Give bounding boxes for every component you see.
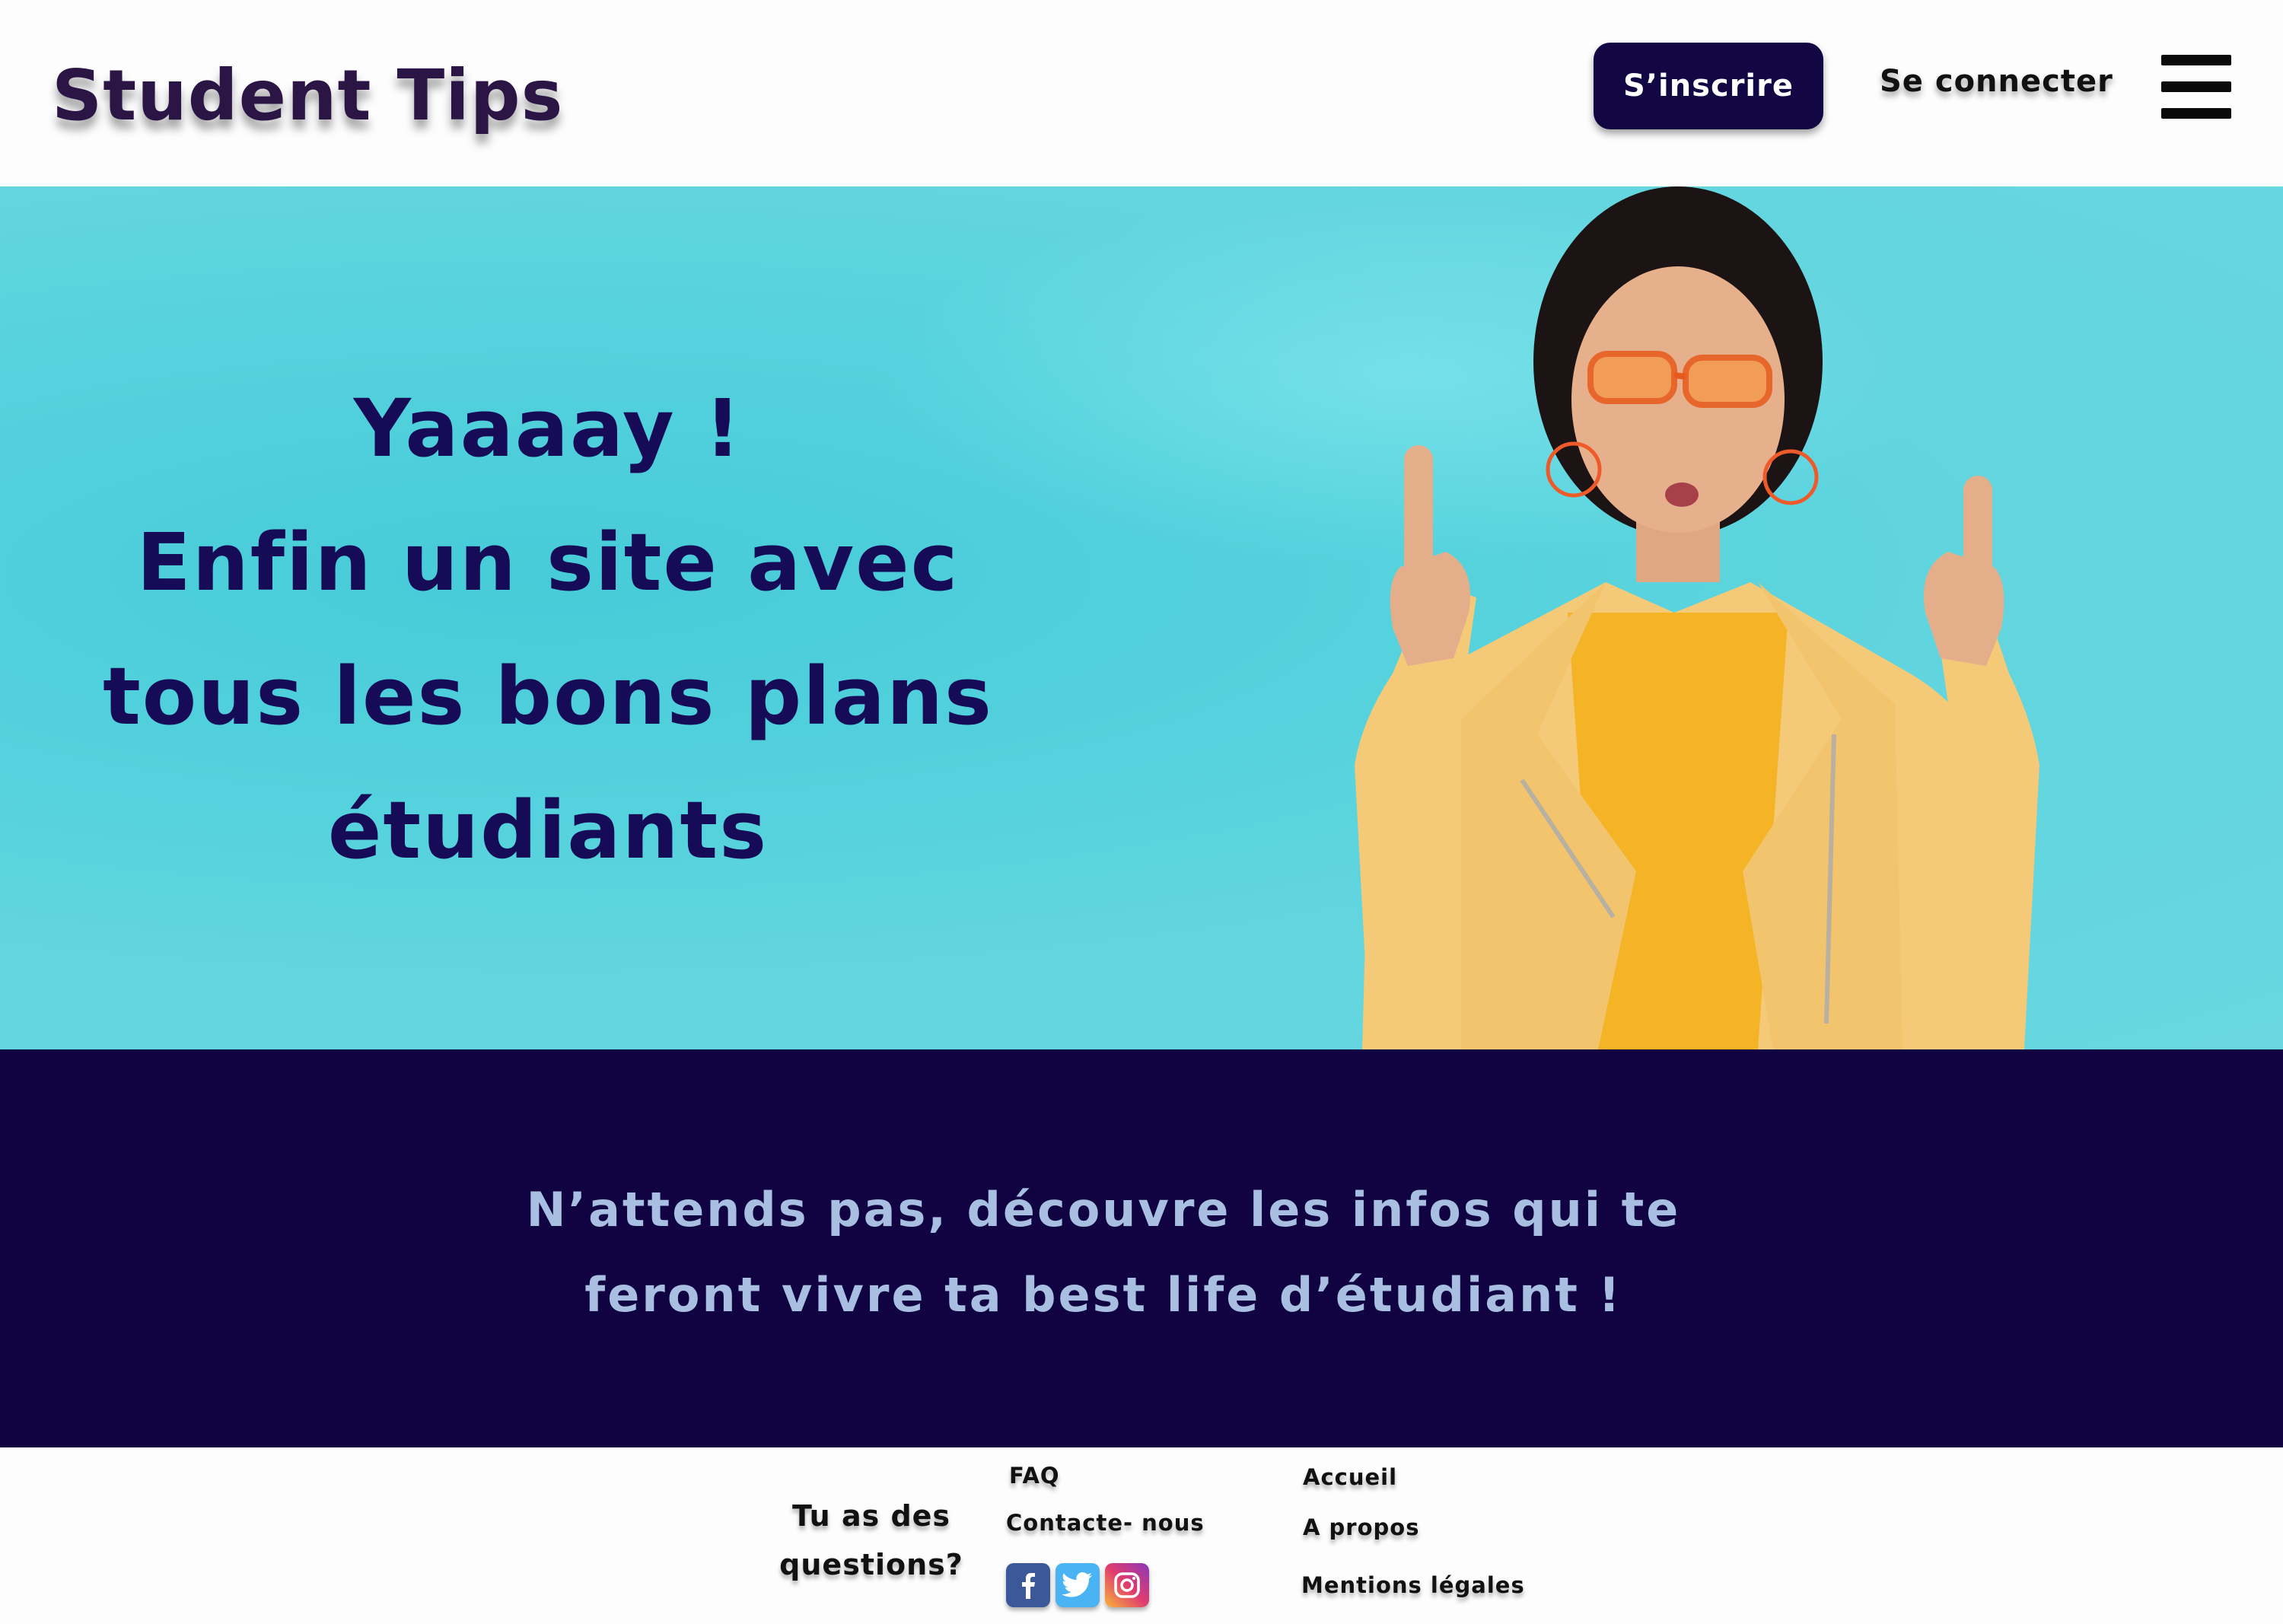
footer-link-a-propos[interactable]: A propos [1303,1514,1419,1540]
hero-line: tous les bons plans [103,650,993,743]
footer-question: Tu as des questions? [769,1492,974,1589]
woman-pointing-up-photo [1355,186,2039,1049]
faq-link[interactable]: FAQ [1009,1463,1060,1489]
hero-line: Enfin un site avec [136,516,960,609]
banner-line: N’attends pas, découvre les infos qui te [526,1182,1681,1237]
hero-section: Yaaaay ! Enfin un site avec tous les bon… [0,186,2283,1049]
instagram-icon[interactable] [1105,1563,1149,1607]
cta-banner: N’attends pas, découvre les infos qui te… [0,1049,2283,1447]
login-link[interactable]: Se connecter [1880,64,2113,99]
contact-link[interactable]: Contacte- nous [1006,1510,1205,1536]
site-logo[interactable]: Student Tips [52,55,563,136]
banner-line: feront vivre ta best life d’étudiant ! [584,1267,1622,1323]
banner-text: N’attends pas, découvre les infos qui te… [457,1167,1750,1338]
hamburger-menu-icon[interactable] [2161,55,2231,119]
hero-headline: Yaaaay ! Enfin un site avec tous les bon… [68,361,1027,897]
twitter-icon[interactable] [1056,1563,1100,1607]
hero-line: Yaaaay ! [353,382,743,475]
facebook-icon[interactable] [1006,1563,1050,1607]
signup-button[interactable]: S’inscrire [1594,43,1823,129]
page-footer: Tu as des questions? FAQ Contacte- nous … [0,1447,2283,1624]
footer-question-line: questions? [779,1548,963,1581]
hero-line: étudiants [327,784,769,877]
top-header: Student Tips S’inscrire Se connecter [0,0,2283,186]
footer-question-line: Tu as des [791,1499,951,1533]
footer-link-mentions-legales[interactable]: Mentions légales [1301,1572,1525,1598]
footer-link-accueil[interactable]: Accueil [1303,1464,1397,1490]
